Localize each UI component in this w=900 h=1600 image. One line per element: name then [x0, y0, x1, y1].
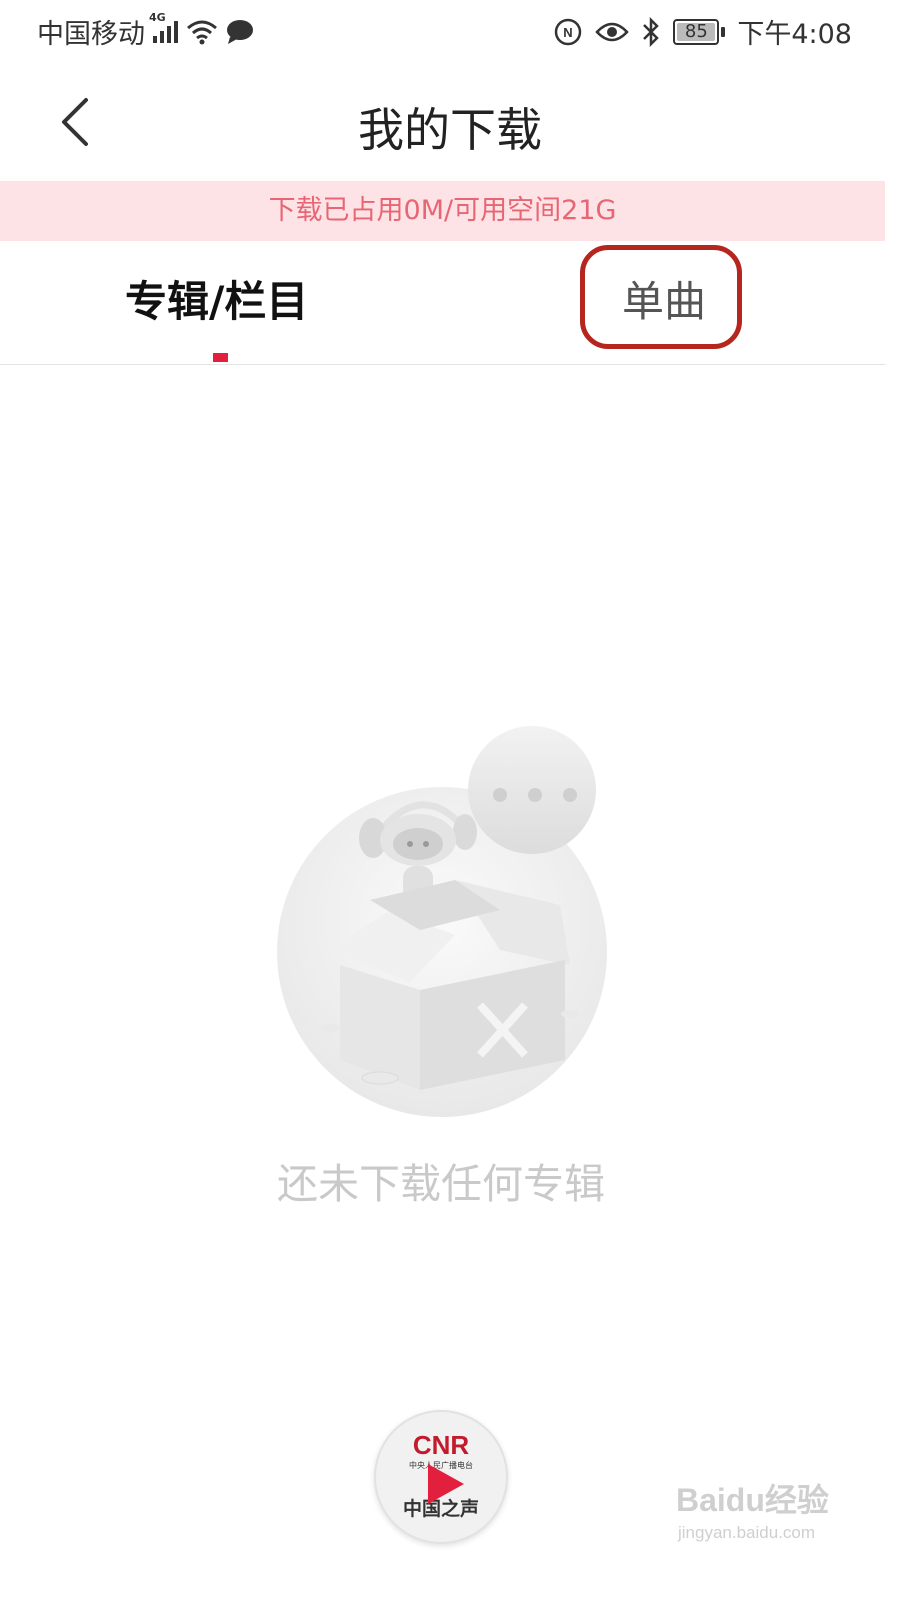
signal-icon: 4G — [149, 11, 178, 43]
empty-box-illustration — [277, 726, 607, 1117]
message-icon — [227, 19, 253, 44]
bluetooth-icon — [643, 16, 660, 47]
baidu-watermark: Baidu经验 jingyan.baidu.com — [676, 1475, 851, 1555]
watermark-url: jingyan.baidu.com — [678, 1523, 816, 1542]
status-time: 下午4:08 — [737, 19, 852, 50]
active-tab-indicator — [213, 353, 228, 362]
eye-icon — [595, 22, 630, 41]
nfc-icon: N — [555, 18, 582, 45]
status-bar: 中国移动 4G N 85 下午4:08 — [0, 0, 900, 62]
tab-albums[interactable]: 专辑/栏目 — [125, 241, 308, 363]
storage-banner: 下载已占用0M/可用空间21G — [0, 181, 885, 241]
play-icon — [428, 1464, 464, 1504]
carrier-label: 中国移动 — [37, 19, 145, 50]
cnr-logo: CNR — [412, 1430, 470, 1460]
empty-state-message: 还未下载任何专辑 — [277, 1160, 605, 1208]
wifi-icon — [187, 20, 217, 44]
page-title: 我的下载 — [358, 103, 542, 157]
status-right: N 85 下午4:08 — [553, 12, 852, 51]
network-type: 4G — [149, 10, 166, 24]
mini-player-button[interactable]: CNR 中央人民广播电台 中国之声 — [374, 1410, 508, 1544]
svg-text:N: N — [564, 25, 573, 40]
tab-bar: 专辑/栏目 单曲 — [0, 241, 885, 365]
battery-icon: 85 — [673, 18, 726, 45]
annotation-highlight-ring — [580, 245, 742, 349]
header: 我的下载 — [0, 62, 900, 182]
status-left: 中国移动 4G — [37, 11, 254, 51]
watermark-brand: Baidu经验 — [676, 1482, 829, 1518]
battery-level: 85 — [677, 21, 716, 42]
